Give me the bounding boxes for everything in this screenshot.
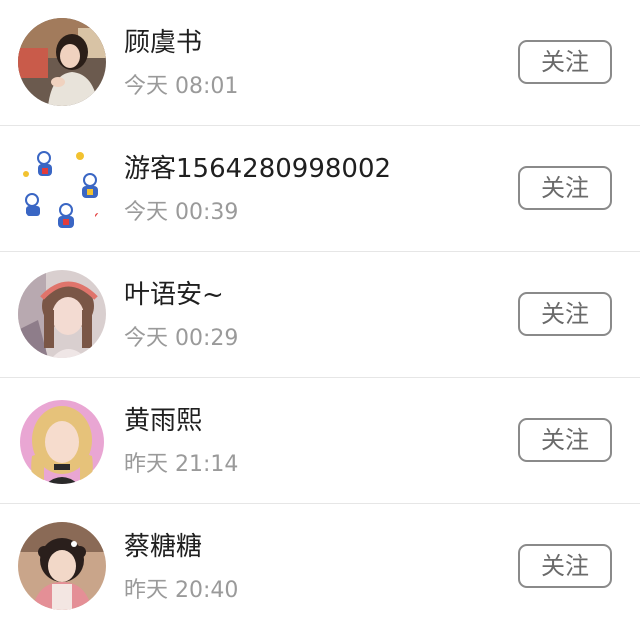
list-item[interactable]: 叶语安~ 今天 00:29 关注: [0, 252, 640, 378]
avatar-photo-2: [18, 144, 106, 232]
user-name[interactable]: 顾虞书: [124, 26, 202, 60]
follow-button[interactable]: 关注: [518, 40, 612, 84]
list-item[interactable]: 蔡糖糖 昨天 20:40 关注: [0, 504, 640, 630]
avatar[interactable]: [18, 270, 106, 358]
avatar[interactable]: [18, 144, 106, 232]
follow-button[interactable]: 关注: [518, 292, 612, 336]
follow-time: 今天 00:29: [124, 326, 239, 351]
user-name[interactable]: 叶语安~: [124, 278, 224, 312]
avatar[interactable]: [18, 396, 106, 484]
avatar-photo-1: [18, 18, 106, 106]
avatar[interactable]: [18, 522, 106, 610]
follow-time: 今天 00:39: [124, 200, 239, 225]
user-name[interactable]: 蔡糖糖: [124, 530, 202, 564]
follow-button[interactable]: 关注: [518, 418, 612, 462]
follow-time: 今天 08:01: [124, 74, 239, 99]
list-item[interactable]: 顾虞书 今天 08:01 关注: [0, 0, 640, 126]
list-item[interactable]: 游客1564280998002 今天 00:39 关注: [0, 126, 640, 252]
avatar[interactable]: [18, 18, 106, 106]
user-name[interactable]: 游客1564280998002: [124, 152, 391, 186]
avatar-photo-5: [18, 522, 106, 610]
list-item[interactable]: 黄雨熙 昨天 21:14 关注: [0, 378, 640, 504]
avatar-photo-3: [18, 270, 106, 358]
follow-time: 昨天 21:14: [124, 452, 239, 477]
user-name[interactable]: 黄雨熙: [124, 404, 202, 438]
follow-button[interactable]: 关注: [518, 544, 612, 588]
follow-button[interactable]: 关注: [518, 166, 612, 210]
follow-list: 顾虞书 今天 08:01 关注 游客1564280998002 今天 00:39…: [0, 0, 640, 630]
follow-time: 昨天 20:40: [124, 578, 239, 603]
avatar-photo-4: [18, 396, 106, 484]
